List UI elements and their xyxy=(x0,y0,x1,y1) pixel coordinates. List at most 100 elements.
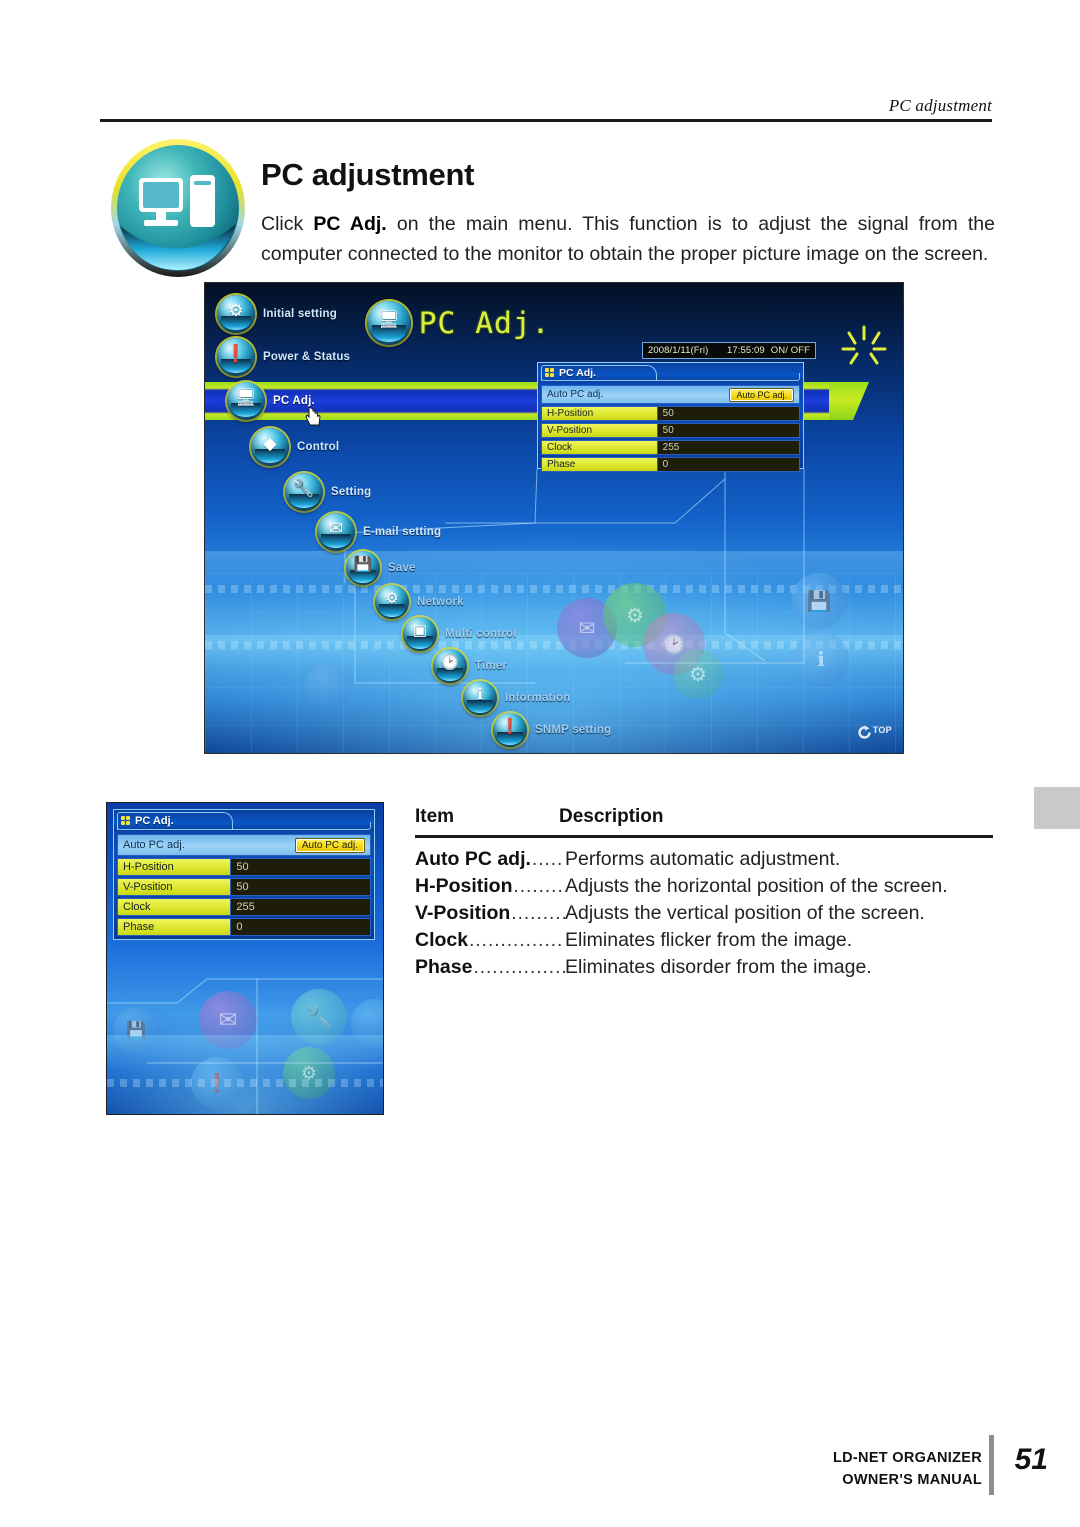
monitor-and-tower-icon xyxy=(104,134,252,282)
row-phase: Phase 0 xyxy=(541,457,800,472)
panel-title: PC Adj. xyxy=(135,814,174,827)
v-position-value[interactable]: 50 xyxy=(231,879,370,895)
floppy-disk-icon: 💾 xyxy=(346,551,380,585)
gear-projector-icon: ⚙ xyxy=(217,295,255,333)
intro-bold: PC Adj. xyxy=(313,212,387,235)
description-table: Item Description Auto PC adj. ..........… xyxy=(415,806,993,981)
section-edge-tab xyxy=(1034,787,1080,829)
phase-value[interactable]: 0 xyxy=(657,458,799,471)
row-v-position: V-Position 50 xyxy=(541,423,800,438)
row-description: Eliminates disorder from the image. xyxy=(565,955,872,978)
sidebar-item-label: Setting xyxy=(331,486,372,498)
table-row: Auto PC adj. .......... Performs automat… xyxy=(415,846,993,873)
row-label: V-Position xyxy=(542,424,658,437)
sidebar-item-label: Network xyxy=(417,596,464,608)
sidebar-item-save[interactable]: 💾 Save xyxy=(346,551,416,585)
row-v-position: V-Position 50 xyxy=(117,878,371,896)
top-button-label: TOP xyxy=(872,725,892,735)
footer-brand: LD-NET ORGANIZER OWNER'S MANUAL xyxy=(833,1447,982,1491)
page-number: 51 xyxy=(1014,1443,1048,1476)
sidebar-item-timer[interactable]: 🕑 Timer xyxy=(433,649,507,683)
sidebar-item-label: E-mail setting xyxy=(363,526,442,538)
sidebar-item-multi-control[interactable]: ▣ Multi control xyxy=(403,617,517,651)
row-clock: Clock 255 xyxy=(541,440,800,455)
sidebar-item-initial-setting[interactable]: ⚙ Initial setting xyxy=(217,295,337,333)
leader-dots: ...................... xyxy=(469,929,565,951)
sidebar-item-network[interactable]: ⚙ Network xyxy=(375,585,464,619)
status-bar: 2008/1/11(Fri) 17:55:09 ON/ OFF xyxy=(642,342,816,359)
row-label: H-Position xyxy=(118,859,232,875)
table-header-row: Item Description xyxy=(415,806,993,835)
row-item-label: Auto PC adj. xyxy=(415,847,531,870)
row-auto-pc-adj: Auto PC adj. Auto PC adj. xyxy=(117,834,371,856)
mouse-cursor-pointer xyxy=(305,406,322,427)
clock-value[interactable]: 255 xyxy=(657,441,799,454)
pc-adj-detail-crop: ✉ 🔧 💾 ❗ ⚙ PC Adj. Auto PC adj. Auto PC a… xyxy=(106,802,384,1115)
power-status-icon: ❗ xyxy=(217,338,255,376)
header-rule xyxy=(100,119,992,122)
phase-value[interactable]: 0 xyxy=(231,919,370,935)
row-clock: Clock 255 xyxy=(117,898,371,916)
sidebar-item-email-setting[interactable]: ✉ E-mail setting xyxy=(317,513,441,551)
leader-dots: ........................ xyxy=(473,956,565,978)
multi-projector-icon: ▣ xyxy=(403,617,437,651)
pc-adj-logo-text: PC Adj. xyxy=(418,306,551,340)
envelope-icon: ✉ xyxy=(317,513,355,551)
power-onoff-label[interactable]: ON/ OFF xyxy=(771,345,810,356)
table-row: V-Position ............ Adjusts the vert… xyxy=(415,900,993,927)
v-position-value[interactable]: 50 xyxy=(657,424,799,437)
sidebar-item-information[interactable]: ℹ Information xyxy=(463,681,570,715)
top-button[interactable]: TOP xyxy=(858,725,892,741)
leader-dots: ............ xyxy=(513,875,566,897)
clock-value[interactable]: 255 xyxy=(231,899,370,915)
page-title: PC adjustment xyxy=(261,156,475,192)
refresh-arrow-icon xyxy=(858,725,871,739)
row-label: Clock xyxy=(542,441,658,454)
row-auto-pc-adj: Auto PC adj. Auto PC adj. xyxy=(541,385,800,404)
auto-pc-adj-button[interactable]: Auto PC adj. xyxy=(294,837,365,853)
row-label: Phase xyxy=(542,458,658,471)
row-item-label: Phase xyxy=(415,955,473,978)
row-description: Performs automatic adjustment. xyxy=(565,847,841,870)
h-position-value[interactable]: 50 xyxy=(231,859,370,875)
snmp-alert-icon: ❗ xyxy=(493,713,527,747)
status-time: 17:55:09 xyxy=(726,345,765,356)
table-row: Phase ........................ Eliminate… xyxy=(415,954,993,981)
footer-divider xyxy=(989,1435,994,1495)
orb-glyph: 🖥 xyxy=(378,310,400,329)
sidebar-item-label: Information xyxy=(505,692,571,704)
sidebar-item-snmp-setting[interactable]: ❗ SNMP setting xyxy=(493,713,611,747)
sidebar-item-label: Control xyxy=(297,441,340,453)
monitor-and-tower-icon: 🖥 xyxy=(227,382,265,420)
row-label: H-Position xyxy=(542,407,658,420)
table-row: H-Position ............ Adjusts the hori… xyxy=(415,873,993,900)
sidebar-item-control[interactable]: ◆ Control xyxy=(251,428,339,466)
sidebar-item-setting[interactable]: 🔧 Setting xyxy=(285,473,371,511)
sidebar-item-pc-adj[interactable]: 🖥 PC Adj. xyxy=(227,382,315,420)
sidebar-item-label: Save xyxy=(388,562,416,574)
four-dots-icon xyxy=(545,368,554,377)
row-description: Eliminates flicker from the image. xyxy=(565,928,853,951)
wrench-screwdriver-icon: 🔧 xyxy=(285,473,323,511)
monitor-and-tower-icon: 🖥 xyxy=(367,301,411,345)
running-header: PC adjustment xyxy=(100,96,992,122)
row-item-label: H-Position xyxy=(415,874,513,897)
dpad-arrows-icon: ◆ xyxy=(251,428,289,466)
h-position-value[interactable]: 50 xyxy=(657,407,799,420)
auto-pc-adj-button[interactable]: Auto PC adj. xyxy=(729,387,794,402)
footer-brand-line2: OWNER'S MANUAL xyxy=(842,1472,982,1488)
row-description: Adjusts the vertical position of the scr… xyxy=(565,901,925,924)
network-icon: ⚙ xyxy=(375,585,409,619)
sidebar-item-label: Multi control xyxy=(445,628,517,640)
column-header-item: Item xyxy=(415,806,455,827)
table-rule xyxy=(415,835,993,838)
row-h-position: H-Position 50 xyxy=(117,858,371,876)
panel-title-bar: PC Adj. xyxy=(114,810,374,831)
panel-title-bar: PC Adj. xyxy=(538,363,803,382)
sidebar-item-label: Power & Status xyxy=(263,351,351,363)
sidebar-item-power-status[interactable]: ❗ Power & Status xyxy=(217,338,350,376)
sidebar-item-label: SNMP setting xyxy=(535,724,612,736)
pc-adj-panel: PC Adj. Auto PC adj. Auto PC adj. H-Posi… xyxy=(537,362,804,472)
info-icon: ℹ xyxy=(463,681,497,715)
row-item-label: V-Position xyxy=(415,901,511,924)
